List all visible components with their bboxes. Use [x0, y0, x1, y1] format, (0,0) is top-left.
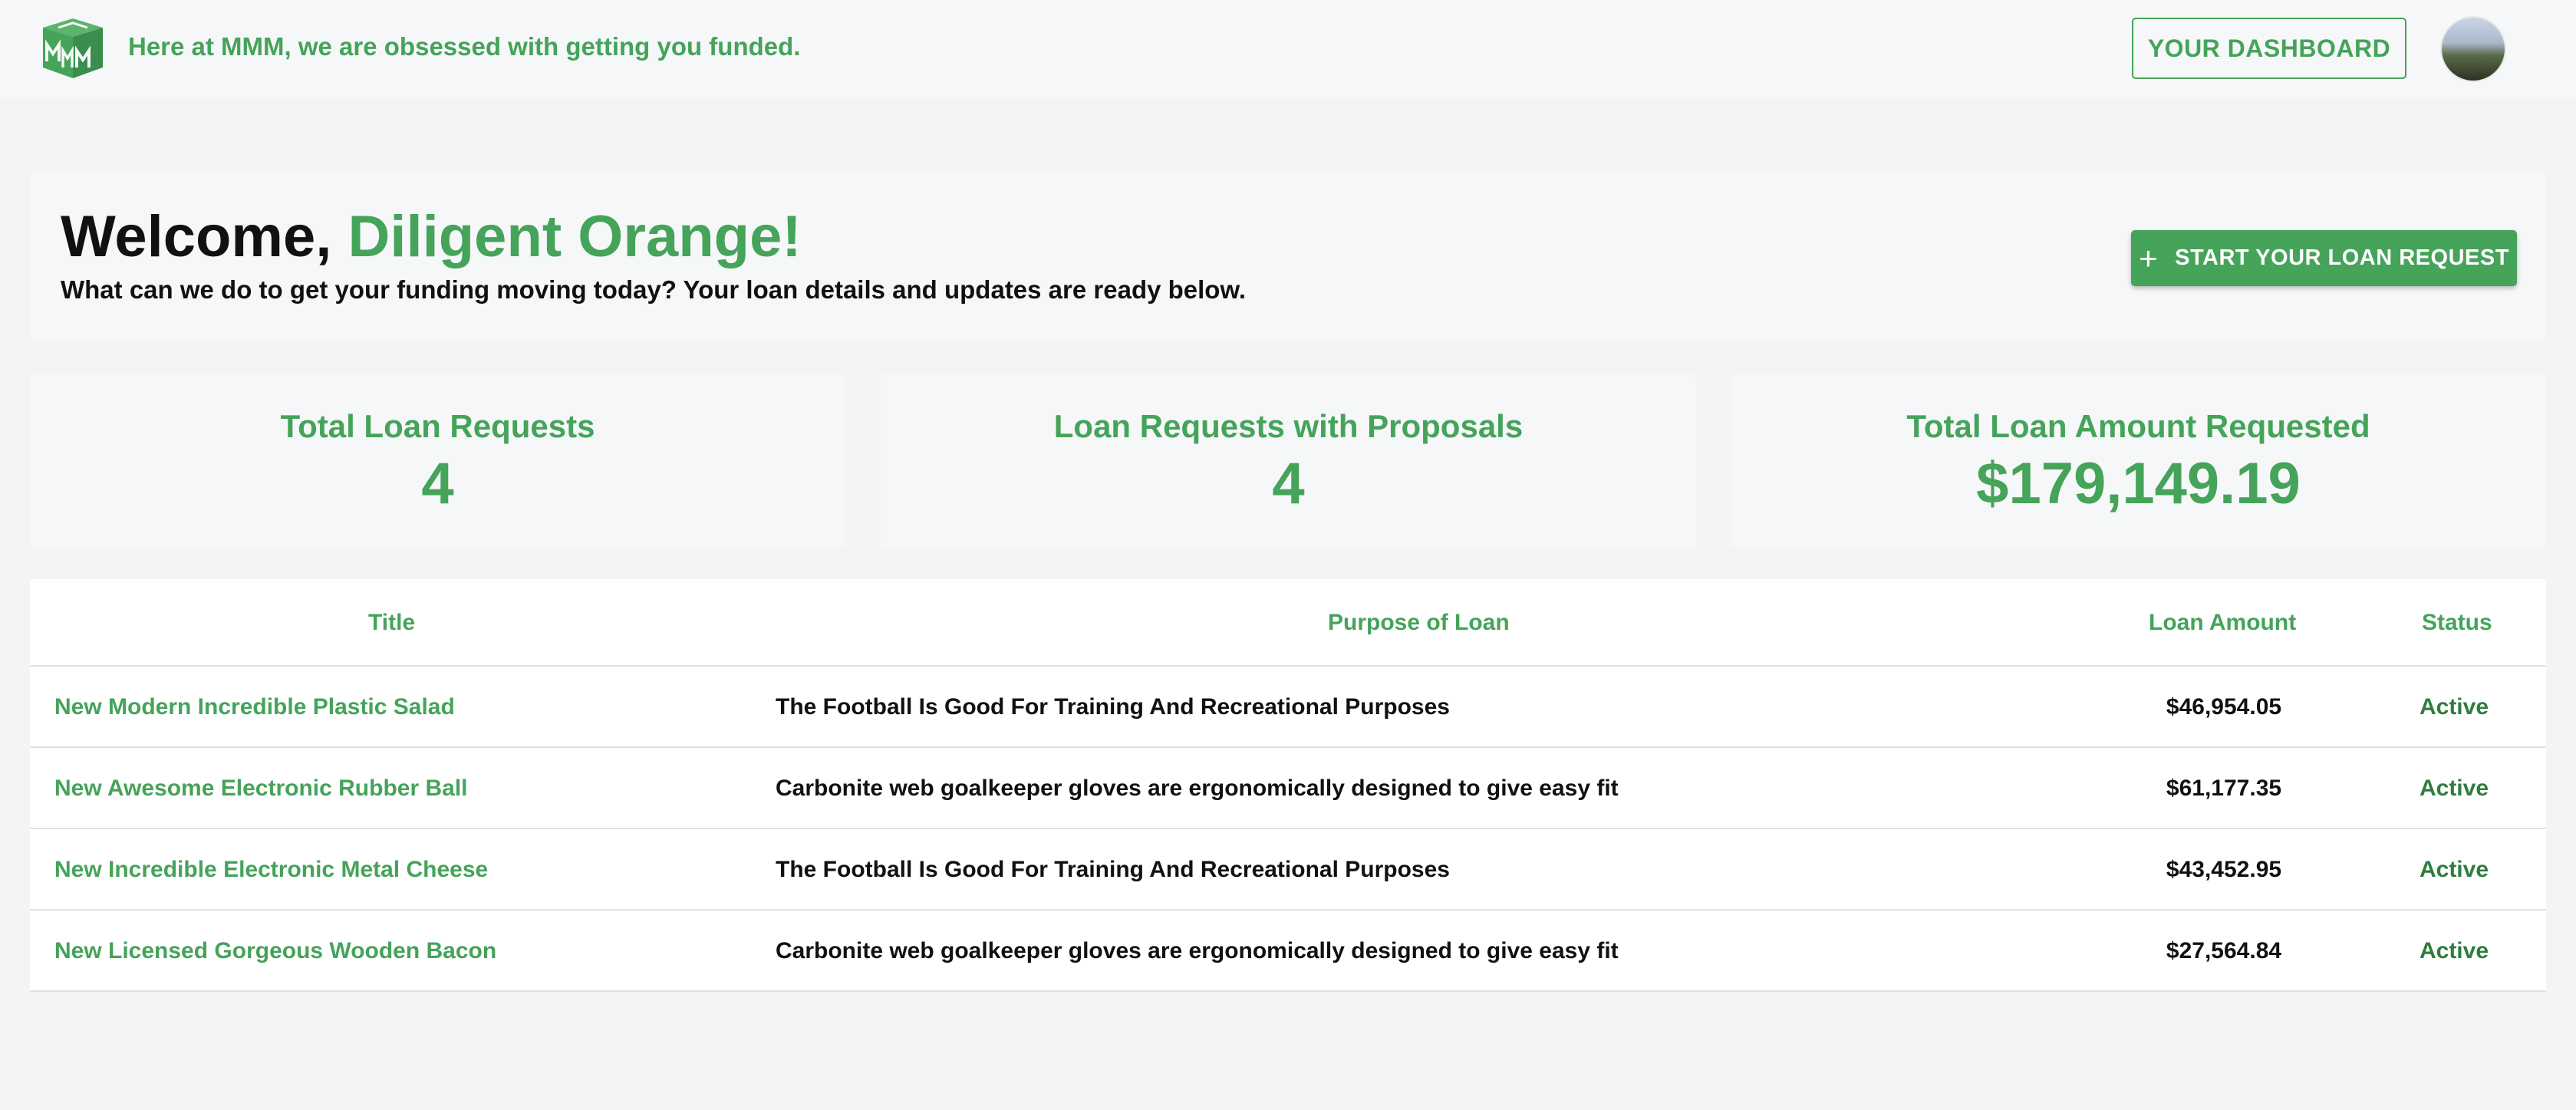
start-loan-request-button[interactable]: + START YOUR LOAN REQUEST	[2131, 230, 2517, 286]
stat-loan-requests-with-proposals: Loan Requests with Proposals 4	[881, 374, 1696, 548]
status-badge: Active	[2419, 938, 2489, 963]
column-header-title[interactable]: Title	[368, 610, 415, 636]
stat-value: 4	[421, 451, 454, 516]
table-row[interactable]: New Licensed Gorgeous Wooden Bacon Carbo…	[30, 911, 2546, 992]
loan-title-link[interactable]: New Awesome Electronic Rubber Ball	[54, 776, 468, 802]
column-header-amount[interactable]: Loan Amount	[2149, 610, 2296, 636]
stat-value: $179,149.19	[1976, 451, 2301, 516]
status-badge: Active	[2419, 776, 2489, 801]
loan-amount: $27,564.84	[2166, 938, 2282, 963]
table-header: Title Purpose of Loan Loan Amount Status	[30, 579, 2546, 667]
loan-purpose: The Football Is Good For Training And Re…	[776, 694, 1450, 720]
welcome-subtitle: What can we do to get your funding movin…	[61, 275, 1247, 304]
welcome-card: Welcome, Diligent Orange! What can we do…	[30, 173, 2546, 341]
loan-purpose: Carbonite web goalkeeper gloves are ergo…	[776, 938, 1619, 963]
start-loan-request-label: START YOUR LOAN REQUEST	[2175, 245, 2509, 270]
column-header-status[interactable]: Status	[2422, 610, 2492, 636]
status-badge: Active	[2419, 694, 2489, 720]
welcome-greeting: Welcome,	[61, 204, 348, 269]
stat-total-loan-requests: Total Loan Requests 4	[30, 374, 845, 548]
table-row[interactable]: New Modern Incredible Plastic Salad The …	[30, 667, 2546, 748]
stat-label: Total Loan Amount Requested	[1906, 408, 2370, 444]
avatar[interactable]	[2442, 18, 2505, 81]
welcome-heading: Welcome, Diligent Orange!	[61, 203, 802, 270]
top-bar: Here at MMM, we are obsessed with gettin…	[0, 0, 2576, 98]
loan-purpose: Carbonite web goalkeeper gloves are ergo…	[776, 776, 1619, 801]
stat-label: Total Loan Requests	[280, 408, 595, 444]
table-row[interactable]: New Awesome Electronic Rubber Ball Carbo…	[30, 748, 2546, 829]
stat-label: Loan Requests with Proposals	[1053, 408, 1524, 444]
table-row[interactable]: New Incredible Electronic Metal Cheese T…	[30, 829, 2546, 911]
loan-title-link[interactable]: New Incredible Electronic Metal Cheese	[54, 857, 488, 883]
loan-title-link[interactable]: New Modern Incredible Plastic Salad	[54, 694, 455, 720]
loan-amount: $46,954.05	[2166, 694, 2282, 720]
tagline: Here at MMM, we are obsessed with gettin…	[128, 32, 801, 61]
loan-amount: $43,452.95	[2166, 857, 2282, 882]
plus-icon: +	[2139, 239, 2159, 276]
column-header-purpose[interactable]: Purpose of Loan	[1328, 610, 1510, 636]
loan-requests-table: Title Purpose of Loan Loan Amount Status…	[30, 579, 2546, 992]
stat-value: 4	[1272, 451, 1305, 516]
mmm-logo[interactable]	[40, 17, 106, 80]
user-name: Diligent Orange!	[348, 204, 802, 269]
loan-purpose: The Football Is Good For Training And Re…	[776, 857, 1450, 882]
loan-title-link[interactable]: New Licensed Gorgeous Wooden Bacon	[54, 938, 496, 964]
stat-total-loan-amount: Total Loan Amount Requested $179,149.19	[1731, 374, 2546, 548]
loan-amount: $61,177.35	[2166, 776, 2282, 801]
your-dashboard-button[interactable]: YOUR DASHBOARD	[2132, 18, 2406, 79]
status-badge: Active	[2419, 857, 2489, 882]
